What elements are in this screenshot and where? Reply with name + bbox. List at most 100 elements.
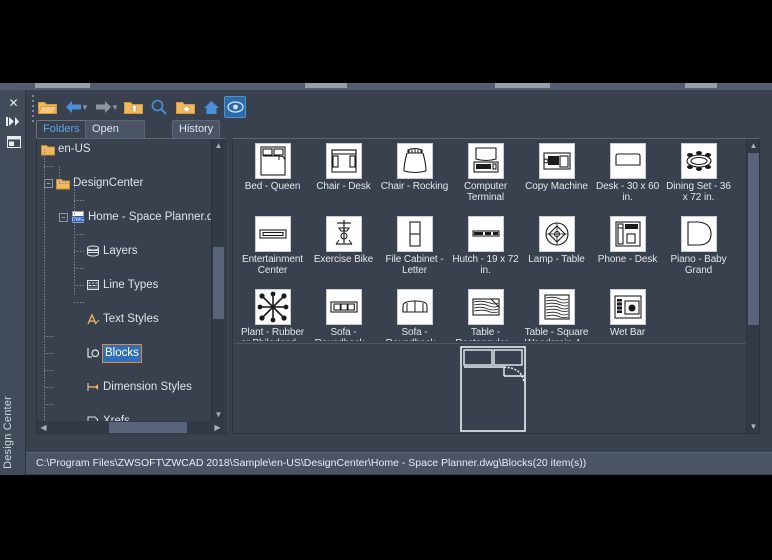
- block-item[interactable]: Plant - Rubber or Philodend...: [237, 289, 308, 341]
- block-item-label: Bed - Queen: [244, 181, 301, 192]
- block-item[interactable]: Lamp - Table: [521, 216, 592, 265]
- tree-connector-line: [74, 200, 84, 201]
- block-item-label: Dining Set - 36 x 72 in.: [666, 181, 731, 203]
- block-item-label: Copy Machine: [525, 181, 588, 192]
- block-item[interactable]: Piano - Baby Grand: [663, 216, 734, 276]
- tab-history[interactable]: History: [172, 120, 221, 138]
- tree-scroll-thumb[interactable]: [213, 247, 224, 319]
- exercise-bike-thumb: [325, 216, 362, 252]
- tab-open-drawings[interactable]: Open Drawings: [85, 120, 145, 152]
- tree-item-label: Line Types: [103, 279, 159, 291]
- block-item-label: Computer Terminal: [463, 181, 508, 203]
- designcenter-toolbar: ▼ ▼: [34, 94, 764, 122]
- forward-chevron-down-icon[interactable]: ▼: [110, 103, 120, 112]
- block-item[interactable]: Phone - Desk: [592, 216, 663, 265]
- tree-connector-line: [74, 251, 84, 252]
- hutch-thumb: [467, 216, 504, 252]
- block-item[interactable]: Wet Bar: [592, 289, 663, 338]
- tree-connector-line: [74, 234, 84, 235]
- tree-connector-line: [44, 387, 54, 388]
- tree-scroll-down-icon[interactable]: ▼: [212, 408, 225, 421]
- close-icon[interactable]: ✕: [5, 96, 22, 111]
- block-icon: [86, 347, 100, 360]
- background-tab-4: [685, 83, 717, 88]
- block-item[interactable]: Computer Terminal: [450, 143, 521, 203]
- block-item[interactable]: Desk - 30 x 60 in.: [592, 143, 663, 203]
- tree-connector-line: [44, 166, 54, 167]
- block-item-label: Hutch - 19 x 72 in.: [452, 254, 519, 276]
- block-item-label: Piano - Baby Grand: [670, 254, 727, 276]
- block-item[interactable]: Table - Rectangular...: [450, 289, 521, 341]
- chair-rocking-thumb: [396, 143, 433, 179]
- block-item[interactable]: Entertainment Center: [237, 216, 308, 276]
- tree-item-layers[interactable]: Layers: [37, 243, 213, 260]
- linetype-icon: [86, 279, 100, 292]
- background-tab-3: [495, 83, 550, 88]
- block-item-label: Lamp - Table: [528, 254, 585, 265]
- preview-button[interactable]: [224, 96, 246, 118]
- content-scroll-thumb[interactable]: [748, 153, 759, 325]
- load-button[interactable]: [36, 96, 58, 118]
- screenshot-root: ✕ Design Center ▼ ▼ Folders Open History…: [0, 0, 772, 560]
- block-item-label: Table - Square Woodgrain 4...: [524, 327, 589, 341]
- table-square-thumb: [538, 289, 575, 325]
- tree-item-label: DesignCenter: [73, 177, 144, 189]
- tree-expander-minus-icon[interactable]: −: [44, 179, 53, 188]
- tree-connector-line: [59, 183, 69, 184]
- block-item[interactable]: Copy Machine: [521, 143, 592, 192]
- block-items-grid: Bed - Queen Chair - Desk Chair - Rocking Co…: [235, 141, 743, 341]
- layers-icon: [86, 245, 100, 258]
- auto-hide-icon[interactable]: [5, 116, 22, 131]
- search-icon[interactable]: [148, 96, 170, 118]
- tree-expander-minus-icon[interactable]: −: [59, 213, 68, 222]
- sofa-2-thumb: [396, 289, 433, 325]
- block-item[interactable]: Chair - Rocking: [379, 143, 450, 192]
- tab-history-label: History: [179, 123, 214, 135]
- tree-item-line-types[interactable]: Line Types: [37, 277, 213, 294]
- favorites-button[interactable]: [174, 96, 196, 118]
- block-item[interactable]: Sofa - Roundback...: [308, 289, 379, 341]
- folder-tree-pane[interactable]: en-US − DesignCenter − DWG Home - Space Plann…: [36, 138, 226, 434]
- block-item[interactable]: Chair - Desk: [308, 143, 379, 192]
- block-item-label: Phone - Desk: [597, 254, 658, 265]
- block-item[interactable]: Exercise Bike: [308, 216, 379, 265]
- content-scroll-down-icon[interactable]: ▼: [747, 420, 760, 433]
- block-item[interactable]: Table - Square Woodgrain 4...: [521, 289, 592, 341]
- tab-folders[interactable]: Folders: [36, 120, 87, 138]
- tree-item-blocks[interactable]: Blocks: [37, 344, 213, 363]
- tree-scroll-left-icon[interactable]: ◀: [37, 421, 50, 434]
- content-vertical-scrollbar[interactable]: ▲ ▼: [746, 139, 759, 433]
- block-item[interactable]: Dining Set - 36 x 72 in.: [663, 143, 734, 203]
- tree-connector-line: [74, 268, 84, 269]
- tree-scroll-up-icon[interactable]: ▲: [212, 139, 225, 152]
- up-button[interactable]: [122, 96, 144, 118]
- panel-menu-icon[interactable]: [5, 136, 22, 151]
- block-item[interactable]: Sofa - Roundback...: [379, 289, 450, 341]
- tree-item-label: Text Styles: [103, 313, 159, 325]
- copy-machine-thumb: [538, 143, 575, 179]
- tree-item-home-space-planner-dw[interactable]: − DWG Home - Space Planner.dw: [37, 209, 222, 226]
- computer-terminal-thumb: [467, 143, 504, 179]
- tree-item-label: Blocks: [102, 344, 142, 363]
- chair-desk-thumb: [325, 143, 362, 179]
- tree-vertical-scrollbar[interactable]: ▲ ▼: [211, 139, 224, 421]
- tree-horizontal-scrollbar[interactable]: ◀ ▶: [37, 421, 224, 434]
- preview-splitter[interactable]: [234, 343, 758, 344]
- tree-scroll-right-icon[interactable]: ▶: [211, 421, 224, 434]
- block-item-label: Entertainment Center: [242, 254, 303, 276]
- block-item[interactable]: Hutch - 19 x 72 in.: [450, 216, 521, 276]
- content-scroll-up-icon[interactable]: ▲: [747, 139, 760, 152]
- home-icon[interactable]: [200, 96, 222, 118]
- background-ribbon-strip: [0, 83, 772, 90]
- tree-hscroll-thumb[interactable]: [109, 422, 187, 433]
- block-item-label: Sofa - Roundback...: [386, 327, 444, 341]
- status-path-text: C:\Program Files\ZWSOFT\ZWCAD 2018\Sampl…: [36, 457, 587, 469]
- tree-item-dimension-styles[interactable]: Dimension Styles: [37, 379, 213, 396]
- tree-item-text-styles[interactable]: Text Styles: [37, 311, 213, 328]
- block-item[interactable]: Bed - Queen: [237, 143, 308, 192]
- back-chevron-down-icon[interactable]: ▼: [80, 103, 90, 112]
- table-rect-thumb: [467, 289, 504, 325]
- bed-queen-thumb: [254, 143, 291, 179]
- tree-item-en-us[interactable]: en-US: [37, 141, 213, 158]
- block-item[interactable]: File Cabinet - Letter: [379, 216, 450, 276]
